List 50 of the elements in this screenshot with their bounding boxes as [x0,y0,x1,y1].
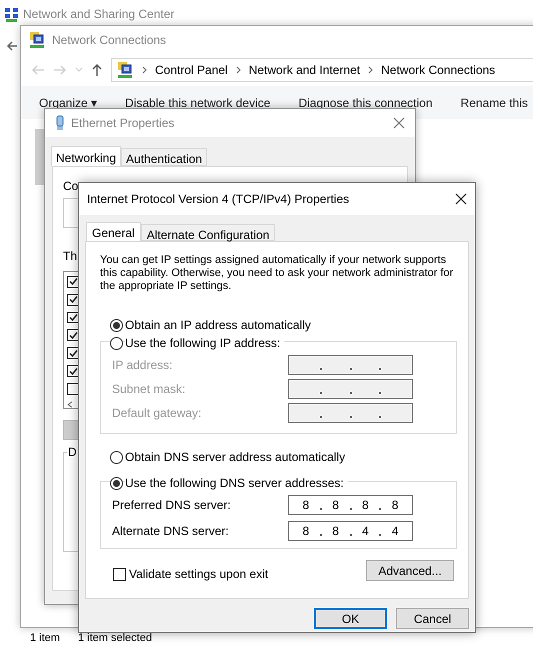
radio-button[interactable] [110,476,123,490]
back-arrow-icon[interactable] [6,40,18,52]
field-label: IP address: [112,357,174,374]
up-arrow-icon[interactable] [91,63,103,77]
ethernet-adapter-icon [55,115,65,131]
section-label: Co [63,178,78,195]
status-text: 1 item selected [78,632,152,644]
dialog-title: Ethernet Properties [71,115,176,132]
chevron-right-icon [236,66,241,74]
radio-button[interactable] [110,318,123,332]
field-label: Alternate DNS server: [112,523,230,540]
close-icon[interactable] [455,193,467,205]
network-icon [116,61,134,79]
tab[interactable]: General [86,222,141,241]
chevron-right-icon [368,66,374,74]
toolbar-command[interactable]: Organize ▾ [39,94,98,112]
toolbar-command[interactable]: Diagnose this connection [298,94,433,112]
field-label: Preferred DNS server: [112,497,232,514]
dialog-title: Internet Protocol Version 4 (TCP/IPv4) Properties [87,191,350,208]
address-bar[interactable]: Control Panel Network and Internet Network Connections [111,58,533,82]
field-label: Subnet mask: [112,381,186,398]
description-text: You can get IP settings assigned automatically if your network supports this capability. Otherwise, you need to ask your network administrator for the appropriate IP settings. [100,254,454,293]
window-title: Network Connections [52,32,166,49]
group-label: D [67,445,78,459]
advanced-button[interactable]: Advanced... [366,560,454,581]
breadcrumb-item[interactable]: Network and Internet [248,61,360,79]
ok-button[interactable]: OK [314,608,387,629]
cancel-button[interactable]: Cancel [396,608,469,629]
radio-button[interactable] [110,450,123,464]
toolbar-command[interactable]: Rename this [460,94,528,112]
ip-address-field[interactable]: 8 8 4 4 [288,521,413,541]
chevron-right-icon [142,66,147,74]
section-label: Th [63,248,78,265]
network-icon [4,6,19,22]
breadcrumb-item[interactable]: Control Panel [155,61,228,79]
tab[interactable]: Alternate Configuration [140,224,276,241]
scroll-left-icon[interactable] [67,400,73,408]
toolbar-command[interactable]: Disable this network device [125,94,270,112]
tab[interactable]: Authentication [121,148,208,166]
radio-button[interactable] [110,336,123,350]
status-text: 1 item [30,632,60,644]
tab[interactable]: Networking [51,146,122,166]
window-title: Network and Sharing Center [23,6,174,23]
checkbox[interactable] [113,568,126,580]
connection-icon-background [35,129,45,185]
field-label: Default gateway: [112,405,202,422]
breadcrumb-item[interactable]: Network Connections [381,61,496,79]
checkbox-label: Validate settings upon exit [129,566,268,583]
network-icon [28,31,46,49]
ip-address-field[interactable]: 8 8 8 8 [288,495,413,515]
